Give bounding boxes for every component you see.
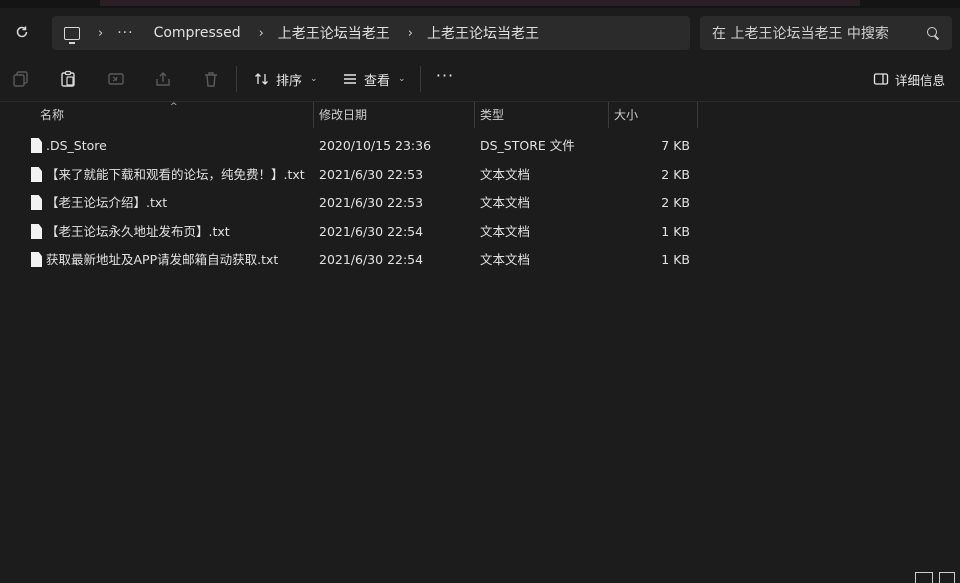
file-row[interactable]: .DS_Store 2020/10/15 23:36 DS_STORE 文件 7…: [0, 132, 700, 160]
file-row[interactable]: 获取最新地址及APP请发邮箱自动获取.txt 2021/6/30 22:54 文…: [0, 246, 700, 274]
view-icon: [344, 74, 356, 84]
sort-button[interactable]: 排序 ⌄: [254, 68, 318, 90]
file-type: 文本文档: [480, 195, 531, 210]
title-strip: [0, 0, 960, 8]
column-name[interactable]: 名称: [40, 102, 64, 128]
details-pane-button[interactable]: 详细信息: [873, 68, 945, 90]
file-icon: [31, 252, 42, 267]
sort-indicator-icon: ^: [170, 102, 178, 112]
file-date: 2021/6/30 22:54: [319, 224, 424, 239]
view-label: 查看: [364, 73, 391, 89]
column-divider[interactable]: [313, 102, 314, 128]
file-row[interactable]: 【来了就能下载和观看的论坛，纯免费！】.txt 2021/6/30 22:53 …: [0, 161, 700, 189]
chevron-right-icon[interactable]: ›: [259, 26, 264, 41]
toolbar-divider: [236, 66, 237, 92]
column-date-modified[interactable]: 修改日期: [319, 102, 367, 128]
file-icon: [31, 195, 42, 210]
search-icon[interactable]: [926, 26, 940, 40]
file-name: 获取最新地址及APP请发邮箱自动获取.txt: [46, 252, 279, 267]
column-type[interactable]: 类型: [480, 102, 504, 128]
file-icon: [31, 138, 42, 153]
column-divider[interactable]: [697, 102, 698, 128]
file-row[interactable]: 【老王论坛永久地址发布页】.txt 2021/6/30 22:54 文本文档 1…: [0, 218, 700, 246]
file-size: 1 KB: [661, 224, 690, 239]
copy-icon: [13, 71, 28, 87]
chevron-right-icon[interactable]: ›: [408, 26, 413, 41]
file-name: 【老王论坛介绍】.txt: [46, 195, 168, 210]
search-placeholder: 在 上老王论坛当老王 中搜索: [712, 26, 889, 42]
breadcrumb-folder-parent[interactable]: 上老王论坛当老王: [278, 23, 390, 43]
details-label: 详细信息: [895, 72, 946, 88]
chevron-down-icon: ⌄: [310, 74, 318, 84]
file-date: 2021/6/30 22:54: [319, 252, 424, 267]
paste-icon: [61, 70, 75, 87]
delete-button[interactable]: [200, 68, 222, 90]
more-options-button[interactable]: ···: [434, 68, 456, 90]
file-icon: [31, 167, 42, 182]
title-accent: [100, 0, 860, 6]
sort-label: 排序: [276, 73, 303, 89]
sort-icon: [255, 73, 268, 85]
share-button[interactable]: [152, 68, 174, 90]
rename-button[interactable]: [105, 68, 127, 90]
share-icon: [156, 72, 170, 86]
copy-button[interactable]: [10, 68, 32, 90]
search-input[interactable]: 在 上老王论坛当老王 中搜索: [700, 16, 952, 50]
column-header: ^ 名称 修改日期 类型 大小: [0, 102, 700, 128]
file-name: 【来了就能下载和观看的论坛，纯免费！】.txt: [46, 167, 305, 182]
breadcrumb-compressed[interactable]: Compressed: [154, 25, 241, 41]
file-date: 2021/6/30 22:53: [319, 195, 424, 210]
command-bar: 排序 ⌄ 查看 ⌄ ··· 详细信息: [0, 56, 960, 102]
large-icons-view-toggle[interactable]: [939, 572, 955, 583]
file-type: 文本文档: [480, 167, 531, 182]
paste-button[interactable]: [57, 68, 79, 90]
chevron-down-icon: ⌄: [398, 74, 406, 84]
delete-icon: [205, 72, 217, 87]
file-row[interactable]: 【老王论坛介绍】.txt 2021/6/30 22:53 文本文档 2 KB: [0, 189, 700, 217]
column-divider[interactable]: [608, 102, 609, 128]
view-button[interactable]: 查看 ⌄: [342, 68, 406, 90]
column-size[interactable]: 大小: [614, 102, 638, 128]
file-name: 【老王论坛永久地址发布页】.txt: [46, 224, 230, 239]
address-row: › ··· Compressed › 上老王论坛当老王 › 上老王论坛当老王 在…: [0, 8, 960, 56]
file-type: 文本文档: [480, 224, 531, 239]
file-icon: [31, 224, 42, 239]
file-date: 2021/6/30 22:53: [319, 167, 424, 182]
file-name: .DS_Store: [46, 138, 107, 153]
breadcrumb-overflow[interactable]: ···: [117, 25, 133, 41]
computer-icon: [64, 26, 80, 44]
refresh-icon: [16, 26, 28, 38]
file-type: 文本文档: [480, 252, 531, 267]
column-divider[interactable]: [474, 102, 475, 128]
toolbar-divider: [420, 66, 421, 92]
details-view-toggle[interactable]: [915, 572, 933, 583]
rename-icon: [108, 73, 124, 85]
file-type: DS_STORE 文件: [480, 138, 575, 153]
file-size: 7 KB: [661, 138, 690, 153]
details-pane-icon: [873, 73, 889, 85]
address-bar[interactable]: › ··· Compressed › 上老王论坛当老王 › 上老王论坛当老王: [52, 16, 690, 50]
breadcrumb-folder-current[interactable]: 上老王论坛当老王: [427, 23, 539, 43]
refresh-button[interactable]: [8, 18, 36, 46]
file-size: 2 KB: [661, 167, 690, 182]
file-size: 1 KB: [661, 252, 690, 267]
file-size: 2 KB: [661, 195, 690, 210]
chevron-right-icon: ›: [98, 25, 104, 41]
file-explorer-window: › ··· Compressed › 上老王论坛当老王 › 上老王论坛当老王 在…: [0, 0, 960, 583]
file-date: 2020/10/15 23:36: [319, 138, 432, 153]
